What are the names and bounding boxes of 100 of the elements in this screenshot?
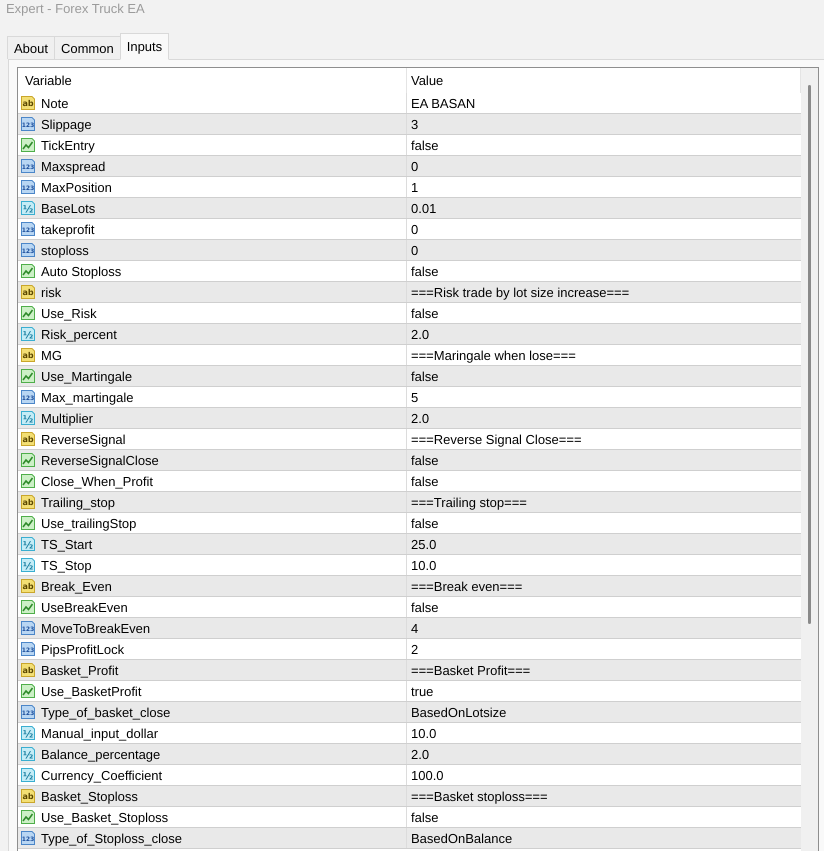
tab[interactable]: About [7,36,55,59]
text-type-icon: ab [20,788,36,804]
parameter-value: false [411,810,438,824]
parameter-value: BasedOnLotsize [411,704,506,720]
line-chart-icon [20,263,36,279]
parameter-row[interactable]: ½ Multiplier 2.0 [18,408,801,429]
parameter-value: 0 [411,242,418,258]
parameter-row[interactable]: Use_Basket_Stoploss false [18,807,801,828]
fraction-type-icon: ½ [20,767,36,783]
text-type-icon: ab [20,95,36,111]
line-chart-icon [20,368,36,384]
parameter-row[interactable]: ab Trailing_stop ===Trailing stop=== [18,492,801,513]
line-chart-icon [20,305,36,321]
parameter-value: 2.0 [411,410,430,426]
scrollbar[interactable] [801,68,818,851]
parameter-value: ===Reverse Signal Close=== [411,432,582,446]
parameter-value: EA BASAN [411,96,476,110]
scrollbar-thumb[interactable] [808,85,811,624]
parameter-value: 4 [411,620,418,636]
parameter-value: ===Basket Profit=== [411,662,530,678]
variable-name: Use_BasketProfit [41,684,142,698]
variable-name: stoploss [41,242,89,258]
parameter-value: false [411,516,438,530]
parameter-row[interactable]: ab risk ===Risk trade by lot size increase=== [18,282,801,303]
variable-name: Auto Stoploss [41,264,122,278]
fraction-type-icon: ½ [20,725,36,741]
parameter-value: ===Basket stoploss=== [411,788,548,804]
variable-name: Risk_percent [41,326,117,342]
parameter-value: ===Maringale when lose=== [411,348,576,362]
parameter-value: ===Risk trade by lot size increase=== [411,284,630,300]
parameter-value: false [411,368,438,384]
variable-name: MG [41,348,62,362]
parameter-row[interactable]: Use_Martingale false [18,366,801,387]
parameter-row[interactable]: ab Basket_Profit ===Basket Profit=== [18,660,801,681]
variable-name: Use_Basket_Stoploss [41,810,168,824]
variable-name: risk [41,284,62,300]
parameter-row[interactable]: Auto Stoploss false [18,261,801,282]
variable-name: Balance_percentage [41,746,160,762]
parameter-value: 1 [411,180,418,194]
parameter-row[interactable]: ab Note EA BASAN [18,93,801,114]
parameter-value: 25.0 [411,536,436,552]
parameter-value: ===Break even=== [411,578,522,594]
parameter-row[interactable]: ½ Manual_input_dollar 10.0 [18,723,801,744]
parameter-row[interactable]: Use_trailingStop false [18,513,801,534]
variable-name: MoveToBreakEven [41,620,150,636]
parameter-row[interactable]: ½ TS_Start 25.0 [18,534,801,555]
parameter-row[interactable]: ab Break_Even ===Break even=== [18,576,801,597]
parameter-row[interactable]: ½ Balance_percentage 2.0 [18,744,801,765]
parameter-value: 3 [411,116,418,132]
variable-name: ReverseSignal [41,432,126,446]
variable-name: Use_trailingStop [41,516,136,530]
parameter-row[interactable]: ReverseSignalClose false [18,450,801,471]
variable-name: Close_When_Profit [41,474,153,488]
variable-name: Multiplier [41,410,94,426]
parameter-value: 2.0 [411,746,430,762]
parameter-row[interactable]: Use_BasketProfit true [18,681,801,702]
variable-name: Use_Martingale [41,368,132,384]
line-chart-icon [20,137,36,153]
variable-name: UseBreakEven [41,600,128,614]
parameter-value: false [411,600,438,614]
variable-name: TS_Stop [41,558,92,572]
variable-name: Break_Even [41,578,112,594]
parameter-value: BasedOnBalance [411,830,512,846]
parameter-row[interactable]: ab MG ===Maringale when lose=== [18,345,801,366]
line-chart-icon [20,599,36,615]
variable-name: Trailing_stop [41,494,115,510]
text-type-icon: ab [20,431,36,447]
line-chart-icon [20,809,36,825]
fraction-type-icon: ½ [20,326,36,342]
variable-name: Basket_Stoploss [41,788,138,804]
variable-name: Use_Risk [41,306,97,320]
variable-name: Maxspread [41,158,106,174]
parameter-row[interactable]: ½ BaseLots 0.01 [18,198,801,219]
parameter-value: 2 [411,642,418,656]
parameter-row[interactable]: Close_When_Profit false [18,471,801,492]
parameter-row[interactable]: ab ReverseSignal ===Reverse Signal Close=== [18,429,801,450]
parameter-value: 100.0 [411,768,444,782]
variable-name: PipsProfitLock [41,642,124,656]
parameter-row[interactable]: ½ TS_Stop 10.0 [18,555,801,576]
variable-name: Basket_Profit [41,662,118,678]
fraction-type-icon: ½ [20,410,36,426]
variable-name: Max_martingale [41,390,134,404]
parameter-value: 0 [411,158,418,174]
parameter-row[interactable]: ½ Currency_Coefficient 100.0 [18,765,801,786]
parameter-row[interactable]: Use_Risk false [18,303,801,324]
parameter-value: 0.01 [411,200,436,216]
parameter-row[interactable]: ab Basket_Stoploss ===Basket stoploss=== [18,786,801,807]
line-chart-icon [20,515,36,531]
parameter-value: false [411,264,438,278]
parameter-value: ===Trailing stop=== [411,494,527,510]
parameter-row[interactable]: UseBreakEven false [18,597,801,618]
tab[interactable]: Inputs [120,33,170,60]
text-type-icon: ab [20,494,36,510]
parameter-value: 10.0 [411,558,436,572]
window-title: Expert - Forex Truck EA [5,0,146,18]
parameter-value: 2.0 [411,326,430,342]
parameter-row[interactable]: ½ Risk_percent 2.0 [18,324,801,345]
variable-name: ReverseSignalClose [41,452,159,468]
parameter-row[interactable]: TickEntry false [18,135,801,156]
variable-name: Slippage [41,116,92,132]
